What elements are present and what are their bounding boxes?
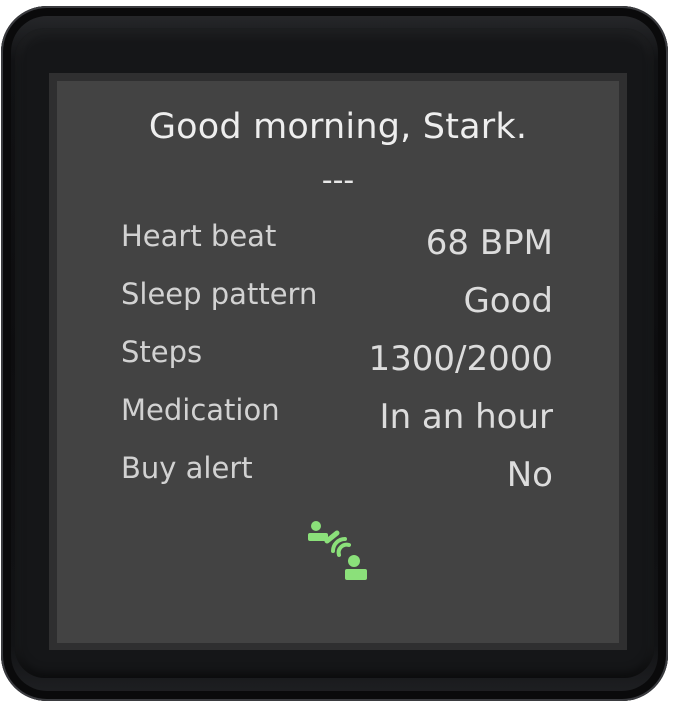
stat-value: In an hour <box>379 397 553 437</box>
stat-row-sleep-pattern: Sleep pattern Good <box>121 277 553 329</box>
stat-row-buy-alert: Buy alert No <box>121 451 553 503</box>
stat-label: Heart beat <box>121 219 277 253</box>
stat-row-medication: Medication In an hour <box>121 393 553 445</box>
stat-row-heart-beat: Heart beat 68 BPM <box>121 219 553 271</box>
greeting-text: Good morning, Stark. <box>148 107 528 147</box>
stat-row-steps: Steps 1300/2000 <box>121 335 553 387</box>
stat-value: Good <box>463 281 553 321</box>
stat-label: Steps <box>121 335 203 369</box>
watch-screen: Good morning, Stark. --- Heart beat 68 B… <box>57 81 619 643</box>
stat-label: Medication <box>121 393 280 427</box>
stat-label: Sleep pattern <box>121 277 318 311</box>
stat-value: 1300/2000 <box>368 339 553 379</box>
stat-value: 68 BPM <box>425 223 553 263</box>
voice-call-icon[interactable] <box>305 517 371 583</box>
stat-label: Buy alert <box>121 451 253 485</box>
stat-value: No <box>506 455 553 495</box>
separator: --- <box>321 163 355 198</box>
